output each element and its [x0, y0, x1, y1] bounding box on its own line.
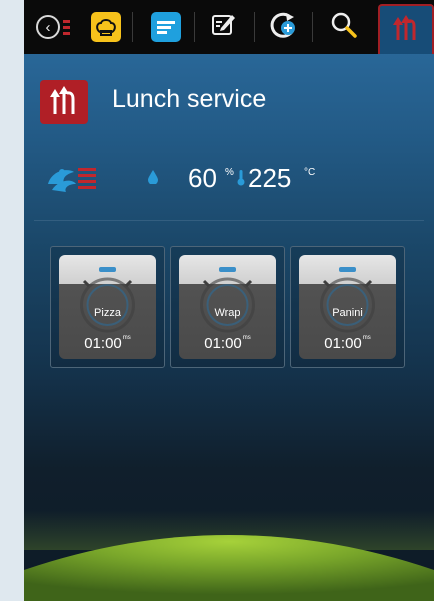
plus-cycle-icon	[269, 10, 299, 45]
add-step-button[interactable]	[264, 9, 304, 45]
steam-mode-icon	[44, 162, 104, 201]
edit-button[interactable]	[206, 9, 242, 45]
timer-face: Panini 01:00ms	[299, 255, 396, 359]
droplet-icon	[148, 170, 158, 189]
status-row: 60 % 225 °C	[44, 160, 424, 200]
humidity-unit: %	[225, 167, 234, 178]
heat-lines-icon	[63, 19, 70, 35]
thermometer-icon	[237, 170, 245, 191]
timer-face: Pizza 01:00ms	[59, 255, 156, 359]
divider	[34, 220, 424, 221]
timer-card-pizza[interactable]: Pizza 01:00ms	[50, 246, 165, 368]
nav-separator	[194, 12, 195, 42]
back-icon: ‹	[36, 15, 60, 39]
search-button[interactable]	[324, 9, 364, 45]
timer-card-wrap[interactable]: Wrap 01:00ms	[170, 246, 285, 368]
programs-list-button[interactable]	[148, 9, 184, 45]
program-logo	[40, 80, 88, 124]
page-title: Lunch service	[112, 85, 267, 113]
program-tab[interactable]	[378, 4, 434, 54]
timer-name: Panini	[332, 307, 363, 319]
timer-unit: ms	[242, 335, 251, 341]
timer-time: 01:00ms	[204, 335, 251, 352]
timer-unit: ms	[122, 335, 131, 341]
timer-time: 01:00ms	[324, 335, 371, 352]
edit-icon	[210, 11, 238, 44]
list-icon	[151, 12, 181, 42]
nav-separator	[132, 12, 133, 42]
chef-hat-icon	[91, 12, 121, 42]
timer-time: 01:00ms	[84, 335, 131, 352]
humidity-value: 60	[188, 163, 217, 193]
search-icon	[330, 11, 358, 44]
temperature-unit: °C	[304, 167, 316, 178]
recipes-button[interactable]	[88, 9, 124, 45]
nav-separator	[254, 12, 255, 42]
oven-screen: ‹ Lunch service 60 % 225 °C Pizza 01:00m…	[24, 0, 434, 601]
timer-name: Pizza	[94, 307, 121, 319]
timer-unit: ms	[362, 335, 371, 341]
program-arrows-icon	[392, 14, 420, 47]
temperature-value: 225	[248, 163, 292, 193]
top-navigation-bar: ‹	[24, 0, 434, 54]
timer-card-panini[interactable]: Panini 01:00ms	[290, 246, 405, 368]
timer-name: Wrap	[214, 307, 241, 319]
planet-glow-decoration	[24, 510, 434, 601]
program-arrows-icon	[47, 84, 81, 121]
nav-separator	[312, 12, 313, 42]
back-button[interactable]: ‹	[30, 9, 76, 45]
timer-face: Wrap 01:00ms	[179, 255, 276, 359]
